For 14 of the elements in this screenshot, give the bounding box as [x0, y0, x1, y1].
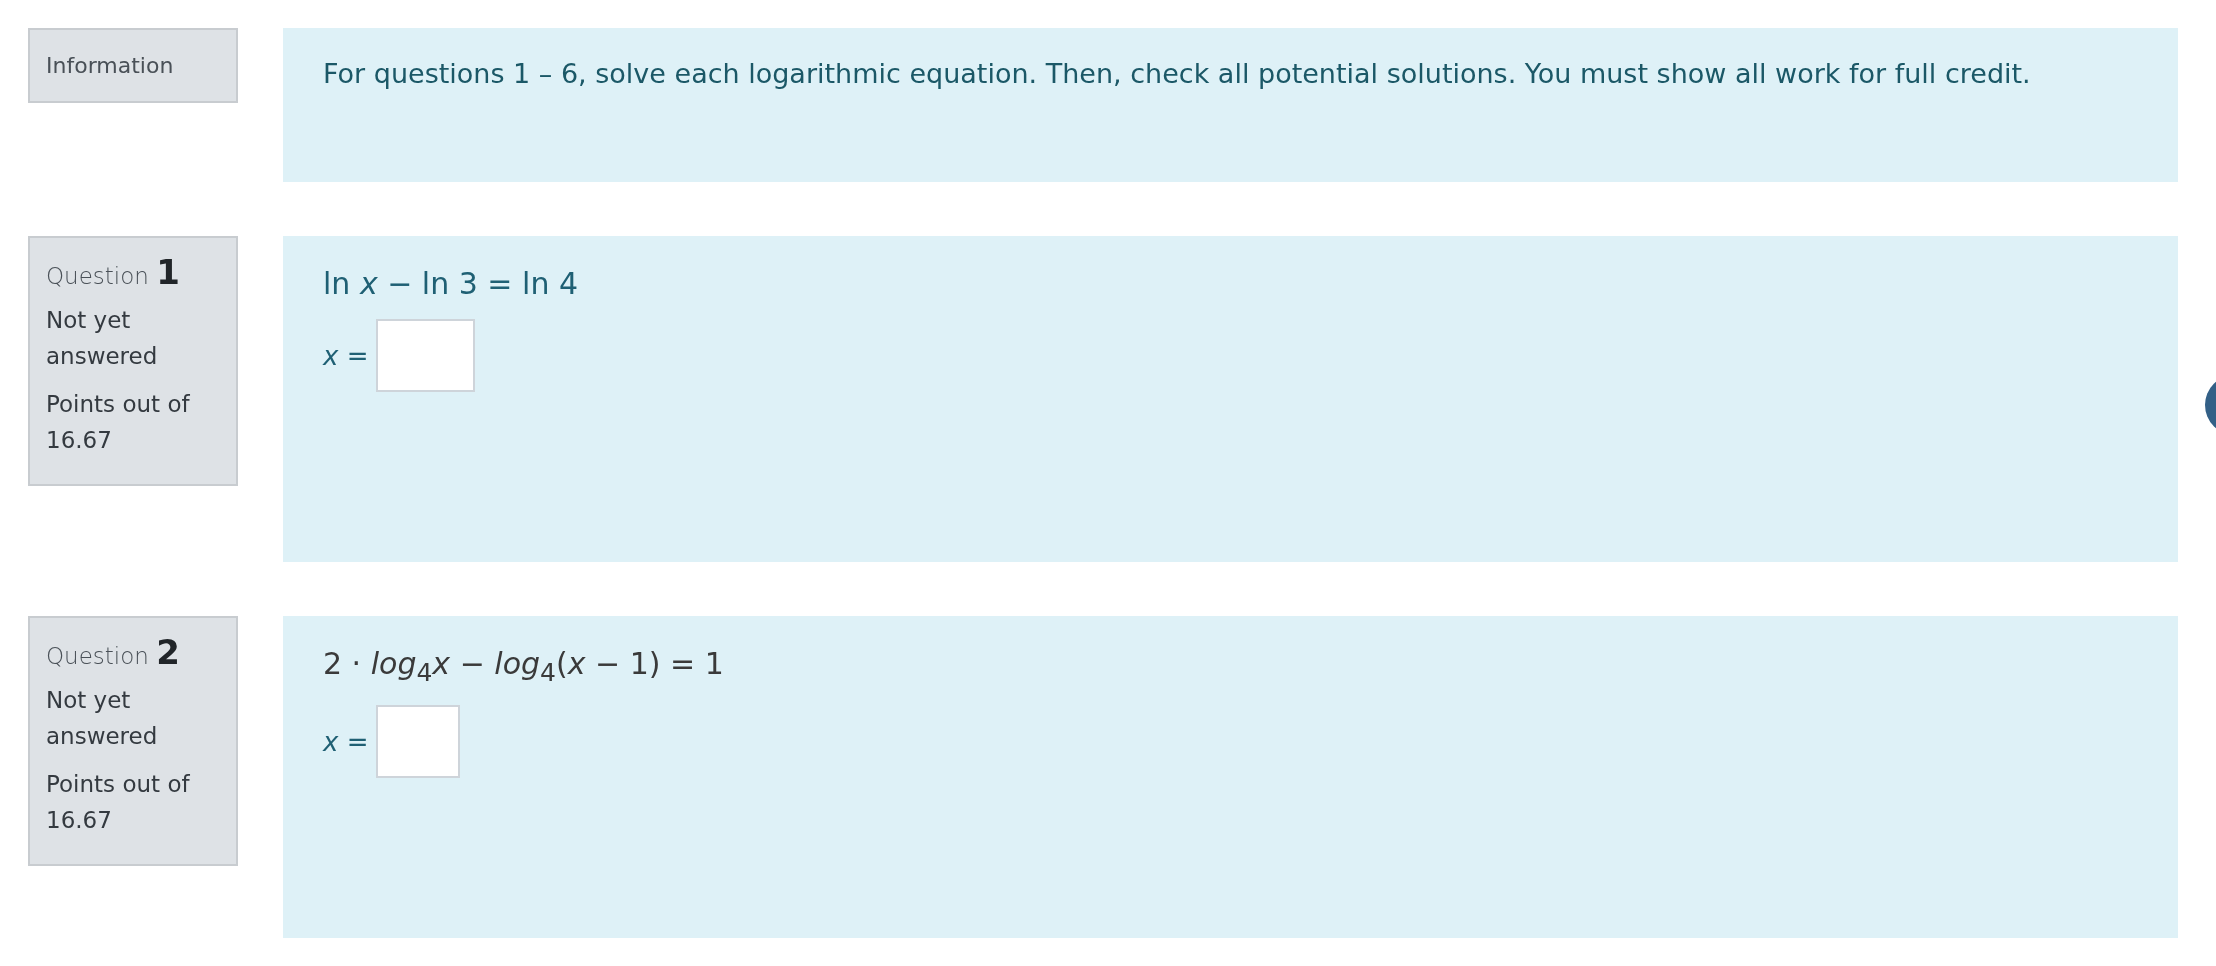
equation-text: 2 · log$_{4}$x − log$_{4}$(x − 1) = 1 — [323, 646, 725, 687]
answer-field[interactable] — [376, 319, 476, 392]
question-title: Question 2 — [46, 632, 181, 672]
equation-text: ln x − ln 3 = ln 4 — [323, 266, 580, 301]
answer-label: x = — [323, 340, 369, 371]
question-status: Not yet answered — [46, 306, 159, 371]
answer-field[interactable] — [376, 705, 461, 778]
answer-label: x = — [323, 726, 369, 757]
question-points: Points out of 16.67 — [46, 390, 191, 455]
question-status: Not yet answered — [46, 686, 159, 751]
information-label: Information — [46, 53, 174, 78]
question-points: Points out of 16.67 — [46, 770, 191, 835]
question-title: Question 1 — [46, 252, 181, 292]
instruction-text: For questions 1 – 6, solve each logarithmic equation. Then, check all potential solutions. You must show all work for full credit. — [323, 57, 2032, 91]
